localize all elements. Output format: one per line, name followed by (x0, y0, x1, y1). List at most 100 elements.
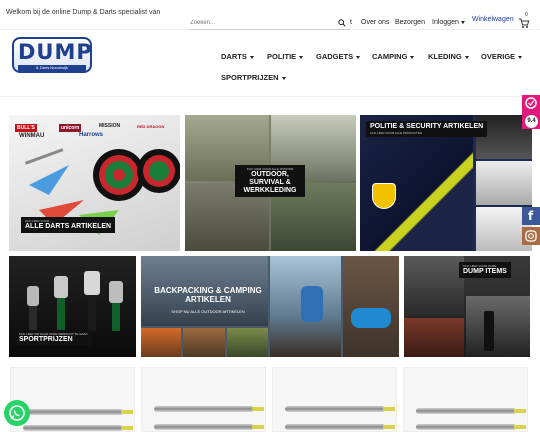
search-extra: t (350, 19, 352, 26)
chevron-down-icon (410, 55, 415, 59)
nav-darts-label: DARTS (221, 52, 247, 61)
inloggen-label: Inloggen (432, 19, 459, 26)
top-bar: Welkom bij de online Dump & Darts specia… (0, 0, 540, 30)
dump-photo-multitool (404, 318, 464, 357)
duffel-bag-shape (351, 308, 391, 328)
dart-tip (383, 407, 395, 411)
dart-tip (252, 407, 264, 411)
nav-gadgets[interactable]: GADGETS (316, 52, 361, 61)
review-check-icon (525, 97, 537, 109)
winkelwagen-link[interactable]: Winkelwagen (472, 16, 514, 23)
dart-tip (121, 410, 133, 414)
backpack-shape (301, 286, 323, 322)
chevron-down-icon (356, 55, 361, 59)
dart-tip (514, 409, 526, 413)
nav-kleding-label: KLEDING (428, 52, 462, 61)
tile-backpacking[interactable]: BACKPACKING & CAMPING ARTIKELEN SHOP NU A… (141, 256, 399, 357)
tile-darts-label: KLIK HIER VOOR ALLE DARTS ARTIKELEN (21, 217, 116, 233)
review-rating: 9.4 (525, 115, 538, 128)
inloggen-link[interactable]: Inloggen (432, 19, 465, 26)
site-logo[interactable]: DUMP & Darts Noordwijk (12, 37, 92, 73)
instagram-icon (525, 230, 537, 242)
product-card[interactable] (403, 367, 528, 432)
logo-sub-text: & Darts Noordwijk (18, 65, 86, 71)
tile-politie-label: POLITIE & SECURITY ARTIKELEN KLIK HIER VO… (366, 121, 488, 137)
dart-image (23, 409, 133, 415)
dump-photo-torch (466, 296, 530, 357)
chevron-down-icon (460, 20, 465, 24)
dart-image (285, 424, 395, 430)
tile-politie[interactable]: POLITIE & SECURITY ARTIKELEN KLIK HIER VO… (360, 115, 532, 251)
review-widget[interactable]: 9.4 (522, 95, 540, 129)
product-card[interactable] (141, 367, 266, 432)
nav-politie-label: POLITIE (267, 52, 297, 61)
nav-darts[interactable]: DARTS (221, 52, 254, 61)
dump-photo-tools (404, 256, 464, 316)
politie-badge-icon (372, 183, 396, 209)
tile-darts-title: ALLE DARTS ARTIKELEN (25, 223, 112, 230)
tile-sportprijzen[interactable]: KLIK HIER OM NAAR ONZE WEBSHOP TE GAAN SP… (9, 256, 136, 357)
chevron-down-icon (281, 76, 286, 80)
nav-sportprijzen-label: SPORTPRIJZEN (221, 73, 279, 82)
dart-image (416, 424, 526, 430)
whatsapp-button[interactable] (4, 400, 30, 426)
chevron-down-icon (518, 55, 523, 59)
backpacking-photo-thumb-2 (183, 328, 225, 357)
instagram-button[interactable] (522, 227, 540, 245)
product-card[interactable] (272, 367, 397, 432)
over-ons-link[interactable]: Over ons (361, 19, 389, 26)
search-icon[interactable] (338, 19, 346, 27)
facebook-button[interactable]: f (522, 207, 540, 225)
backpacking-photo-thumb-1 (141, 328, 181, 357)
dart-tip (383, 425, 395, 429)
tile-dump[interactable]: KLIK HIER VOOR ONZE DUMP ITEMS (404, 256, 530, 357)
nav-kleding[interactable]: KLEDING (428, 52, 469, 61)
dart-tip (121, 426, 133, 430)
nav-gadgets-label: GADGETS (316, 52, 354, 61)
nav-camping-label: CAMPING (372, 52, 408, 61)
backpacking-photo-bag (343, 256, 399, 357)
nav-camping[interactable]: CAMPING (372, 52, 415, 61)
tile-sportprijzen-label: KLIK HIER OM NAAR ONZE WEBSHOP TE GAAN SP… (15, 330, 92, 346)
dart-image (285, 406, 395, 412)
tile-backpacking-title: BACKPACKING & CAMPING ARTIKELEN (154, 286, 262, 304)
chevron-down-icon (299, 55, 304, 59)
nav-overige-label: OVERIGE (481, 52, 516, 61)
tile-outdoor-title: OUTDOOR, SURVIVAL & WERKKLEDING (243, 171, 297, 194)
tile-sportprijzen-title: SPORTPRIJZEN (19, 336, 73, 343)
dart-image (154, 424, 264, 430)
dart-tip (514, 425, 526, 429)
dart-image (416, 408, 526, 414)
search-input[interactable] (190, 17, 330, 29)
nav-politie[interactable]: POLITIE (267, 52, 304, 61)
nav-overige[interactable]: OVERIGE (481, 52, 523, 61)
cart-count: 0 (525, 12, 528, 18)
bezorgen-link[interactable]: Bezorgen (395, 19, 425, 26)
dart-image (23, 425, 133, 431)
chevron-down-icon (464, 55, 469, 59)
search-box: t (190, 17, 352, 30)
dart-tip (252, 425, 264, 429)
tile-backpacking-label: BACKPACKING & CAMPING ARTIKELEN SHOP NU A… (153, 286, 263, 316)
tile-dump-title: DUMP ITEMS (463, 268, 507, 275)
tile-backpacking-small: SHOP NU ALLE OUTDOOR ARTIKELEN (171, 309, 245, 314)
cart-icon (519, 18, 530, 28)
header-divider (0, 96, 540, 97)
tile-politie-title: POLITIE & SECURITY ARTIKELEN (370, 123, 484, 130)
whatsapp-icon (9, 405, 25, 421)
tile-darts[interactable]: BULL'S unicorn MISSION RED DRAGON WINMAU… (9, 115, 180, 251)
facebook-icon: f (528, 209, 534, 223)
welcome-text: Welkom bij de online Dump & Darts specia… (6, 9, 161, 16)
dart-image (154, 406, 264, 412)
cart-button[interactable]: 0 (518, 12, 530, 28)
tile-politie-small: KLIK HIER VOOR ALLE PRODUCTEN (370, 131, 423, 135)
politie-photo-boots (476, 161, 532, 205)
chevron-down-icon (249, 55, 254, 59)
nav-sportprijzen[interactable]: SPORTPRIJZEN (221, 73, 286, 82)
tile-outdoor[interactable]: KLIK HIER VOOR ALLE OUDOOR OUTDOOR, SURVI… (185, 115, 356, 251)
tile-outdoor-label: KLIK HIER VOOR ALLE OUDOOR OUTDOOR, SURVI… (235, 165, 305, 197)
backpacking-photo-thumb-3 (227, 328, 268, 357)
tile-dump-label: KLIK HIER VOOR ONZE DUMP ITEMS (459, 262, 511, 278)
flashlight-shape (484, 311, 494, 351)
logo-main-text: DUMP (18, 40, 93, 64)
